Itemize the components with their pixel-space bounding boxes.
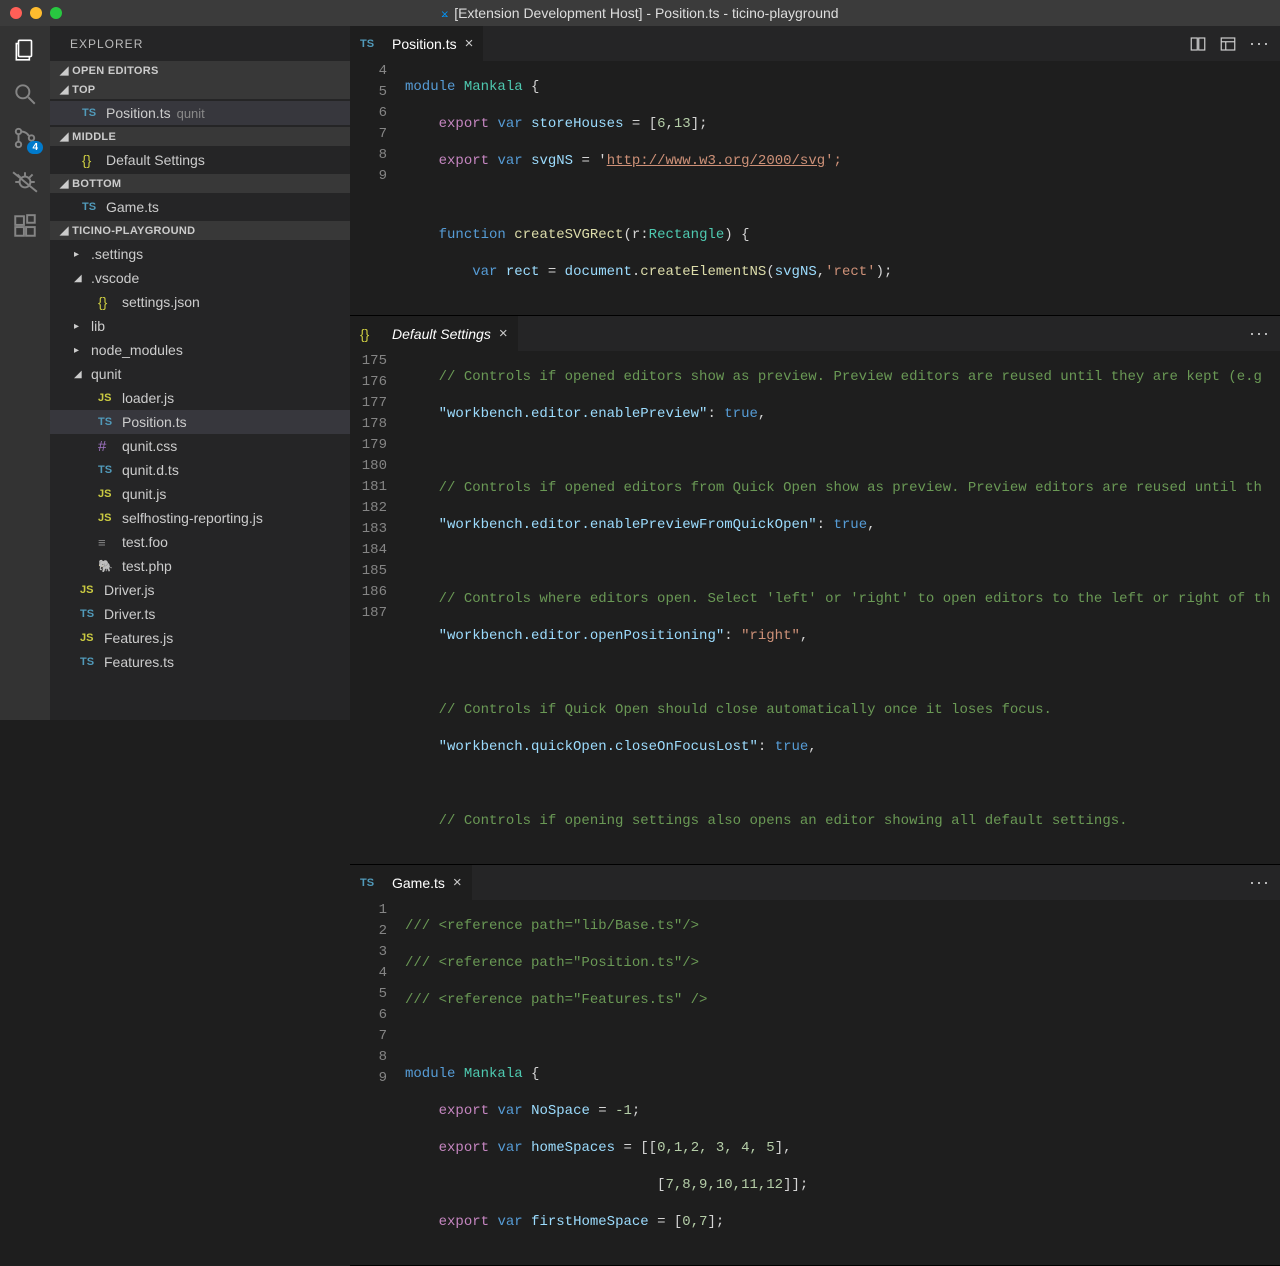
- close-window-icon[interactable]: [10, 7, 22, 19]
- tab-game-ts[interactable]: TSGame.ts×: [350, 865, 472, 900]
- file-qunit-css[interactable]: #qunit.css: [50, 434, 350, 458]
- search-icon[interactable]: [11, 80, 39, 108]
- more-icon[interactable]: ···: [1249, 872, 1270, 893]
- tabbar-2: {}Default Settings× ···: [350, 316, 1280, 351]
- activity-bar: 4: [0, 26, 50, 720]
- folder-qunit[interactable]: ◢qunit: [50, 362, 350, 386]
- tab-actions: ···: [1239, 316, 1280, 351]
- file-driver-js[interactable]: JSDriver.js: [50, 578, 350, 602]
- file-qunit-js[interactable]: JSqunit.js: [50, 482, 350, 506]
- editor-1[interactable]: 4 5 6 7 8 9 module Mankala { export var …: [350, 61, 1280, 315]
- editor-3[interactable]: 1 2 3 4 5 6 7 8 9 /// <reference path="l…: [350, 900, 1280, 1265]
- git-icon[interactable]: 4: [11, 124, 39, 152]
- editor-group-1: TSPosition.ts× ··· 4 5 6 7 8 9 module Ma…: [350, 26, 1280, 316]
- sidebar-title: EXPLORER: [50, 26, 350, 61]
- minimize-window-icon[interactable]: [30, 7, 42, 19]
- file-features-ts[interactable]: TSFeatures.ts: [50, 650, 350, 674]
- close-icon[interactable]: ×: [499, 325, 508, 342]
- folder-settings[interactable]: ▸.settings: [50, 242, 350, 266]
- folder-node-modules[interactable]: ▸node_modules: [50, 338, 350, 362]
- close-icon[interactable]: ×: [465, 35, 474, 52]
- open-editor-bottom[interactable]: TSGame.ts: [50, 195, 350, 219]
- window-controls: [10, 7, 62, 19]
- tabbar-1: TSPosition.ts× ···: [350, 26, 1280, 61]
- tab-default-settings[interactable]: {}Default Settings×: [350, 316, 518, 351]
- file-selfhost-js[interactable]: JSselfhosting-reporting.js: [50, 506, 350, 530]
- file-test-foo[interactable]: ≡test.foo: [50, 530, 350, 554]
- editor-group-2: {}Default Settings× ··· 175 176 177 178 …: [350, 316, 1280, 865]
- extensions-icon[interactable]: [11, 212, 39, 240]
- debug-icon[interactable]: [11, 168, 39, 196]
- open-editor-middle[interactable]: {}Default Settings: [50, 148, 350, 172]
- section-top[interactable]: ◢ TOP: [50, 80, 350, 99]
- editor-groups: TSPosition.ts× ··· 4 5 6 7 8 9 module Ma…: [350, 26, 1280, 720]
- vscode-icon: ⨲: [441, 6, 448, 21]
- file-settings-json[interactable]: {}settings.json: [50, 290, 350, 314]
- folder-vscode[interactable]: ◢.vscode: [50, 266, 350, 290]
- more-icon[interactable]: ···: [1249, 323, 1270, 344]
- tabbar-3: TSGame.ts× ···: [350, 865, 1280, 900]
- split-editor-icon[interactable]: [1189, 35, 1207, 53]
- maximize-window-icon[interactable]: [50, 7, 62, 19]
- file-test-php[interactable]: 🐘test.php: [50, 554, 350, 578]
- window-title: ⨲ [Extension Development Host] - Positio…: [441, 5, 838, 21]
- explorer-icon[interactable]: [11, 36, 39, 64]
- file-loader-js[interactable]: JSloader.js: [50, 386, 350, 410]
- section-open-editors[interactable]: ◢ OPEN EDITORS: [50, 61, 350, 80]
- open-editor-top[interactable]: TSPosition.tsqunit: [50, 101, 350, 125]
- editor-2[interactable]: 175 176 177 178 179 180 181 182 183 184 …: [350, 351, 1280, 864]
- close-icon[interactable]: ×: [453, 874, 462, 891]
- tab-actions: ···: [1239, 865, 1280, 900]
- titlebar: ⨲ [Extension Development Host] - Positio…: [0, 0, 1280, 26]
- sidebar: EXPLORER ◢ OPEN EDITORS ◢ TOP TSPosition…: [50, 26, 350, 720]
- tab-position-ts[interactable]: TSPosition.ts×: [350, 26, 483, 61]
- file-qunit-dts[interactable]: TSqunit.d.ts: [50, 458, 350, 482]
- section-middle[interactable]: ◢ MIDDLE: [50, 127, 350, 146]
- more-icon[interactable]: ···: [1249, 33, 1270, 54]
- git-badge: 4: [27, 141, 43, 154]
- section-workspace[interactable]: ◢ TICINO-PLAYGROUND: [50, 221, 350, 240]
- section-bottom[interactable]: ◢ BOTTOM: [50, 174, 350, 193]
- tab-actions: ···: [1179, 26, 1280, 61]
- file-features-js[interactable]: JSFeatures.js: [50, 626, 350, 650]
- file-driver-ts[interactable]: TSDriver.ts: [50, 602, 350, 626]
- editor-layout-icon[interactable]: [1219, 35, 1237, 53]
- file-position-ts[interactable]: TSPosition.ts: [50, 410, 350, 434]
- editor-group-3: TSGame.ts× ··· 1 2 3 4 5 6 7 8 9 /// <re…: [350, 865, 1280, 1266]
- folder-lib[interactable]: ▸lib: [50, 314, 350, 338]
